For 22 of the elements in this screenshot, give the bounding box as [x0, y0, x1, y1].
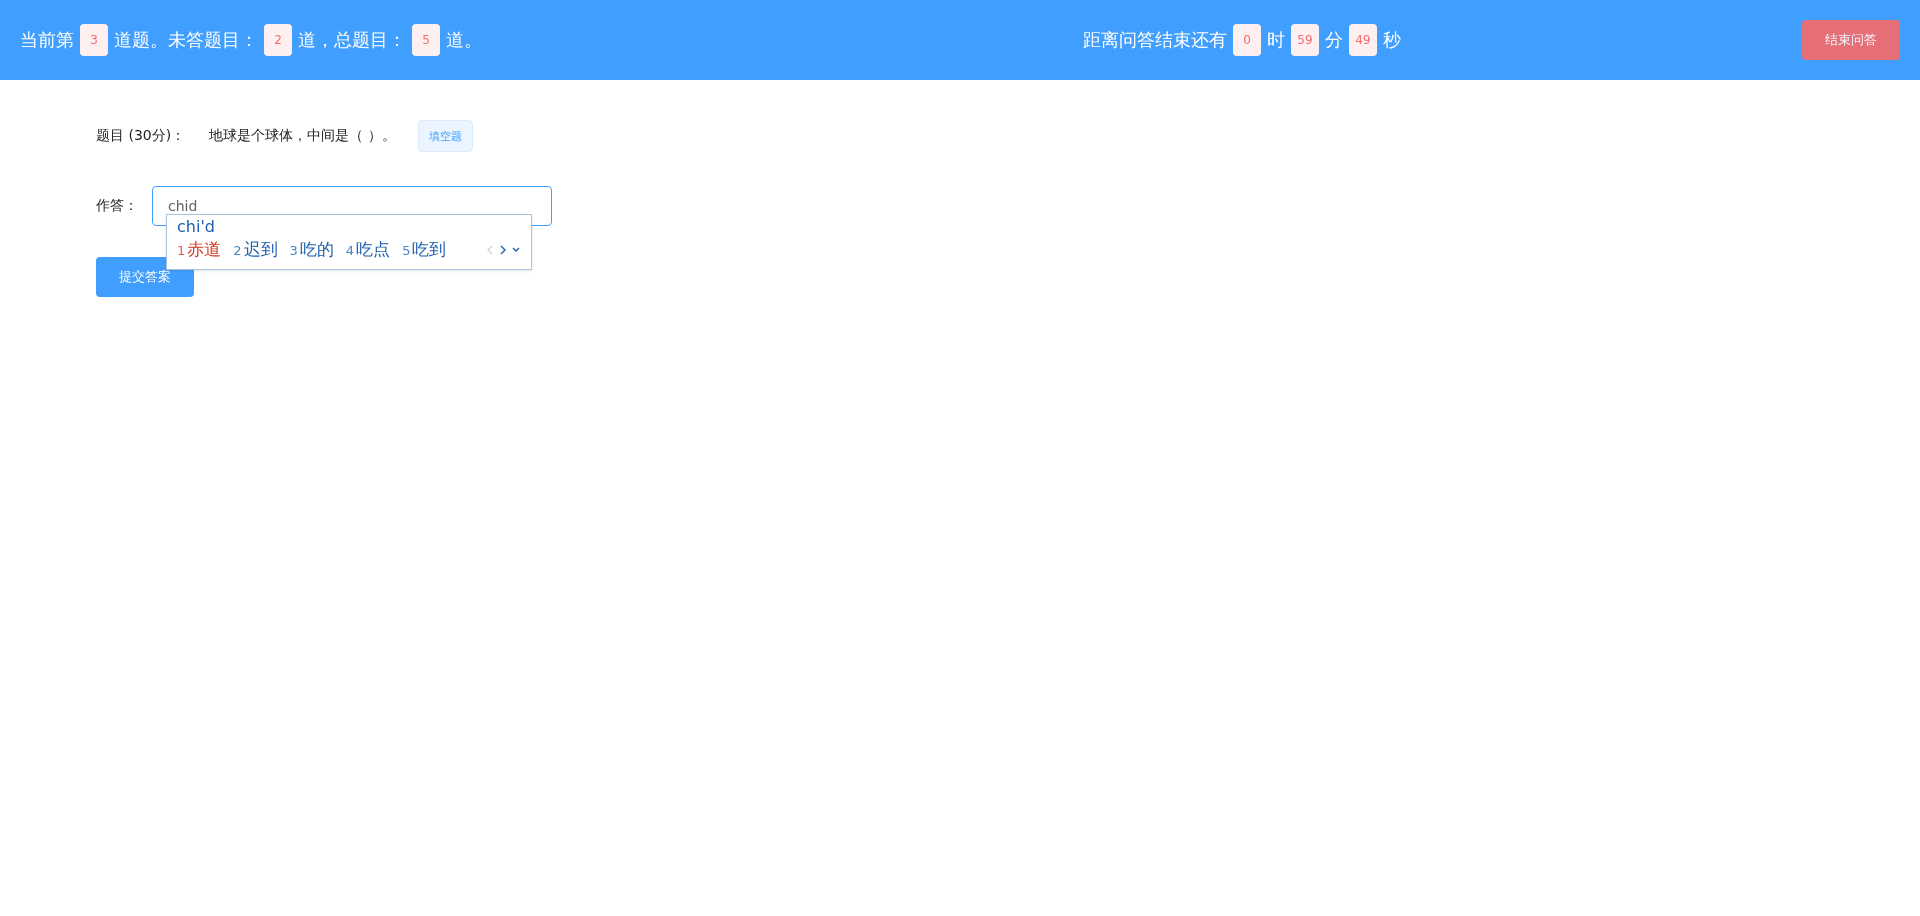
count-badge: 59	[1291, 24, 1319, 56]
count-badge: 0	[1233, 24, 1261, 56]
header-text: 秒	[1383, 28, 1401, 52]
count-badge: 3	[80, 24, 108, 56]
header-text: 距离问答结束还有	[1083, 28, 1227, 52]
header-text: 分	[1325, 28, 1343, 52]
count-badge: 2	[264, 24, 292, 56]
header-text: 时	[1267, 28, 1285, 52]
count-badge: 49	[1349, 24, 1377, 56]
ime-candidate[interactable]: 5吃到	[402, 238, 447, 261]
question-type-tag: 填空题	[417, 120, 473, 152]
answer-label: 作答：	[96, 197, 138, 215]
header-text: 道题。未答题目：	[114, 28, 258, 52]
ime-candidate[interactable]: 3 吃的	[289, 238, 334, 261]
header-text: 道。	[446, 28, 482, 52]
ime-candidate[interactable]: 4吃点	[345, 238, 391, 261]
question-text: 地球是个球体，中间是（ ）。	[209, 127, 396, 145]
count-badge: 5	[412, 24, 440, 56]
ime-candidate[interactable]: 2 迟到	[233, 238, 278, 261]
header-text: 道，总题目：	[298, 28, 406, 52]
header-text: 当前第	[20, 28, 74, 52]
question-label: 题目 (30分)：	[96, 127, 186, 145]
